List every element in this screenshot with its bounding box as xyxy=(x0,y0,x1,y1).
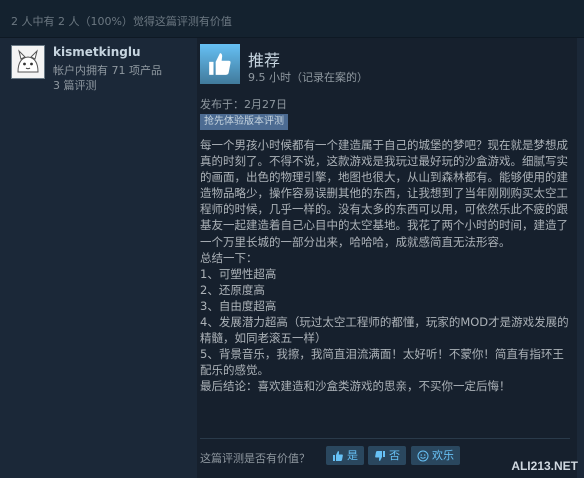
vote-no-button[interactable]: 否 xyxy=(368,446,406,465)
avatar-image xyxy=(12,46,44,78)
helpful-count-text: 2 人中有 2 人（100%）觉得这篇评测有价值 xyxy=(11,15,232,28)
review-verdict: 推荐 xyxy=(248,51,281,70)
hours-played: 9.5 小时（记录在案的） xyxy=(248,71,368,84)
helpful-header: 2 人中有 2 人（100%）觉得这篇评测有价值 xyxy=(0,0,584,38)
thumbs-up-icon xyxy=(200,44,240,84)
smiley-icon xyxy=(417,450,429,461)
thumbs-down-icon xyxy=(375,450,385,461)
vote-yes-button[interactable]: 是 xyxy=(326,446,364,465)
review-paragraph: 每一个男孩小时候都有一个建造属于自己的城堡的梦吧？现在就是梦想成真的时刻了。不得… xyxy=(200,138,568,249)
review-paragraph: 1、可塑性超高 xyxy=(200,266,277,281)
early-access-badge: 抢先体验版本评测 xyxy=(200,114,288,130)
avatar[interactable] xyxy=(11,45,45,79)
author-owned-products[interactable]: 帐户内拥有 71 项产品 xyxy=(53,62,162,78)
vote-funny-label: 欢乐 xyxy=(432,449,454,462)
review-paragraph: 最后结论：喜欢建造和沙盒类游戏的思亲，不买你一定后悔！ xyxy=(200,379,511,394)
author-review-count[interactable]: 3 篇评测 xyxy=(53,77,97,93)
thumbs-up-icon xyxy=(333,450,343,461)
review-paragraph: 5、背景音乐，我擦，我简直泪流满面！太好听！不蒙你！简直有指环王配乐的感觉。 xyxy=(200,347,564,378)
vote-question: 这篇评测是否有价值？ xyxy=(200,452,310,465)
author-panel xyxy=(0,38,197,478)
watermark: ALI213.NET xyxy=(511,459,578,473)
vote-funny-button[interactable]: 欢乐 xyxy=(411,446,460,465)
vote-no-label: 否 xyxy=(389,449,400,462)
divider xyxy=(200,438,570,439)
review-paragraph: 4、发展潜力超高（玩过太空工程师的都懂，玩家的MOD才是游戏发展的精髓，如同老滚… xyxy=(200,315,569,346)
vote-yes-label: 是 xyxy=(347,449,358,462)
author-username[interactable]: kismetkinglu xyxy=(53,45,141,59)
review-paragraph: 3、自由度超高 xyxy=(200,298,277,313)
review-paragraph: 总结一下： xyxy=(200,250,258,265)
review-body: 每一个男孩小时候都有一个建造属于自己的城堡的梦吧？现在就是梦想成真的时刻了。不得… xyxy=(200,137,570,395)
review-paragraph: 2、还原度高 xyxy=(200,282,265,297)
posted-date: 发布于：2月27日 xyxy=(200,98,287,111)
